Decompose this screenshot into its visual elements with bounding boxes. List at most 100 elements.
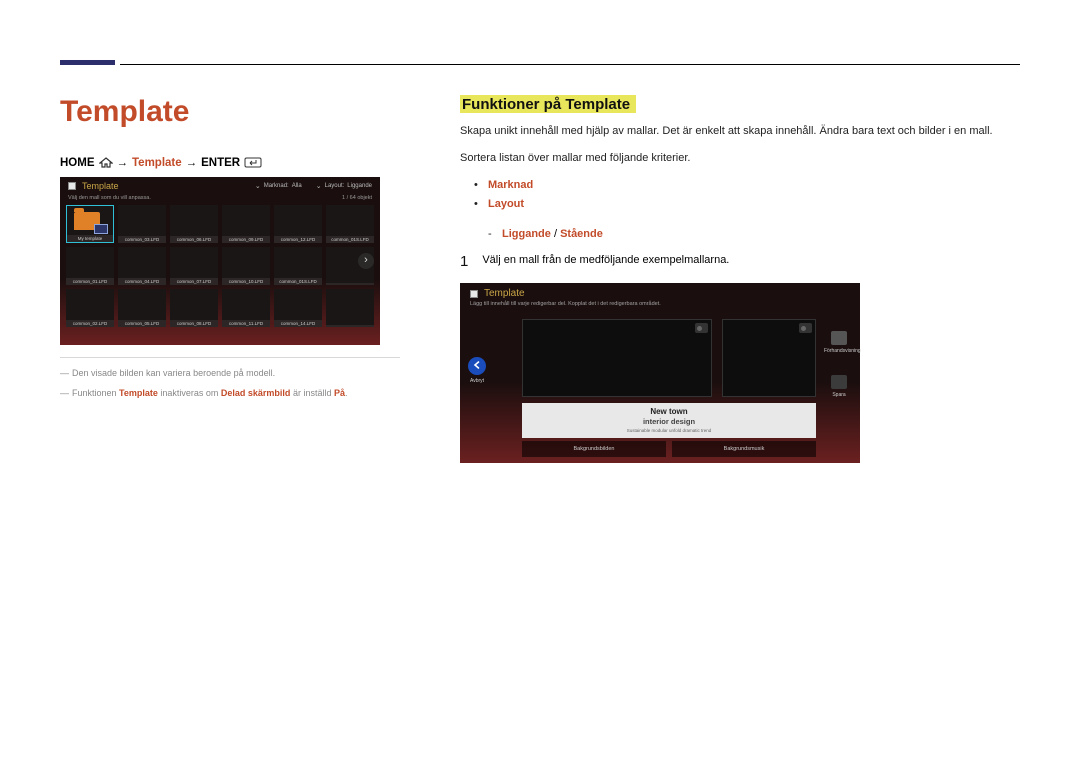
ss2-header: Template xyxy=(460,283,860,301)
dropdown-marknad[interactable]: ⌄ Marknad: Alla xyxy=(255,182,302,190)
template-text-line: New town xyxy=(522,407,816,416)
template-grid-cell[interactable]: common_06.LFD xyxy=(170,205,218,243)
cell-label: common_10.LFD xyxy=(222,278,270,285)
cell-label: common_04.LFD xyxy=(118,278,166,285)
template-grid-cell[interactable]: common_01S.LFD xyxy=(274,247,322,285)
ss1-subheader: Välj den mall som du vill anpassa. 1 / 6… xyxy=(60,195,380,203)
sub-separator: / xyxy=(551,228,560,240)
criteria-list: Marknad Layout xyxy=(460,176,1020,213)
breadcrumb: HOME → Template → ENTER xyxy=(60,157,400,169)
preview-label: Förhandsvisning xyxy=(824,348,854,354)
divider xyxy=(60,357,400,358)
breadcrumb-home: HOME xyxy=(60,157,95,169)
dropdown-value: Liggande xyxy=(347,183,372,189)
template-canvas-secondary[interactable] xyxy=(722,319,816,397)
list-item: Marknad xyxy=(460,176,1020,195)
cell-label: common_05.LFD xyxy=(118,320,166,327)
cell-label: common_01S.LFD xyxy=(326,236,374,243)
save-button[interactable]: Spara xyxy=(824,375,854,398)
image-placeholder-icon xyxy=(695,323,708,333)
sub-item-orientation: Liggande / Stående xyxy=(460,225,1020,244)
ss1-dropdowns: ⌄ Marknad: Alla ⌄ Layout: Liggande xyxy=(255,182,372,190)
breadcrumb-arrow: → xyxy=(186,157,198,169)
template-grid-screenshot: Template ⌄ Marknad: Alla ⌄ Layout: Ligga… xyxy=(60,177,380,345)
cell-label: common_14.LFD xyxy=(274,320,322,327)
sub-option: Stående xyxy=(560,228,603,240)
divider xyxy=(120,64,1020,65)
ss1-title: Template xyxy=(82,181,119,191)
ss2-subtitle: Lägg till innehåll till varje redigerbar… xyxy=(460,301,860,313)
template-grid-cell[interactable]: common_01S.LFD xyxy=(326,205,374,243)
fn-keyword: På xyxy=(334,388,345,398)
bg-image-button[interactable]: Bakgrundsbilden xyxy=(522,441,666,457)
fn-text: Funktionen xyxy=(72,388,119,398)
dropdown-layout[interactable]: ⌄ Layout: Liggande xyxy=(316,182,372,190)
dropdown-value: Alla xyxy=(292,183,302,189)
template-grid-cell[interactable]: common_03.LFD xyxy=(118,205,166,243)
template-grid-cell[interactable]: common_12.LFD xyxy=(274,205,322,243)
template-grid-cell[interactable]: My template xyxy=(66,205,114,243)
breadcrumb-template: Template xyxy=(132,157,182,169)
step-row: 1 Välj en mall från de medföljande exemp… xyxy=(460,254,1020,269)
section-heading: Funktioner på Template xyxy=(460,95,636,113)
chevron-down-icon: ⌄ xyxy=(316,182,322,190)
fn-text: inaktiveras om xyxy=(158,388,221,398)
template-grid-cell[interactable]: common_04.LFD xyxy=(118,247,166,285)
step-text: Välj en mall från de medföljande exempel… xyxy=(482,254,729,269)
step-number: 1 xyxy=(460,254,468,269)
enter-icon xyxy=(244,157,262,169)
save-label: Spara xyxy=(824,392,854,398)
left-column: Template HOME → Template → ENTER Templat… xyxy=(60,95,400,463)
cell-label xyxy=(326,283,374,285)
template-grid-cell[interactable]: common_07.LFD xyxy=(170,247,218,285)
cell-label xyxy=(326,325,374,327)
fn-text: är inställd xyxy=(290,388,334,398)
template-text-line: interior design xyxy=(522,417,816,426)
preview-button[interactable]: Förhandsvisning xyxy=(824,331,854,354)
sub-option: Liggande xyxy=(502,228,551,240)
accent-bar xyxy=(60,60,115,65)
body-paragraph: Skapa unikt innehåll med hjälp av mallar… xyxy=(460,123,1020,140)
ss1-counter: 1 / 64 objekt xyxy=(342,195,372,201)
cell-label: common_11.LFD xyxy=(222,320,270,327)
fn-keyword: Template xyxy=(119,388,158,398)
content-area: Template HOME → Template → ENTER Templat… xyxy=(60,95,1020,463)
template-grid-cell[interactable]: common_14.LFD xyxy=(274,289,322,327)
template-grid-cell[interactable]: common_09.LFD xyxy=(222,205,270,243)
chevron-down-icon: ⌄ xyxy=(255,182,261,190)
page-title: Template xyxy=(60,95,400,129)
template-grid-cell[interactable]: common_01.LFD xyxy=(66,247,114,285)
template-grid-cell[interactable]: common_02.LFD xyxy=(66,289,114,327)
list-item: Layout xyxy=(460,195,1020,214)
back-button-label: Avbryt xyxy=(468,378,486,384)
cell-label: common_08.LFD xyxy=(170,320,218,327)
bg-music-button[interactable]: Bakgrundsmusik xyxy=(672,441,816,457)
next-button[interactable]: › xyxy=(358,253,374,269)
template-text-line: Sustainable modular unfold dramatic tren… xyxy=(522,428,816,433)
cell-label: common_09.LFD xyxy=(222,236,270,243)
cell-label: common_01S.LFD xyxy=(274,278,322,285)
ss1-header: Template ⌄ Marknad: Alla ⌄ Layout: Ligga… xyxy=(60,177,380,195)
template-editor-screenshot: Template Lägg till innehåll till varje r… xyxy=(460,283,860,463)
breadcrumb-arrow: → xyxy=(117,157,129,169)
fn-text: . xyxy=(345,388,348,398)
cell-label: common_12.LFD xyxy=(274,236,322,243)
image-placeholder-icon xyxy=(799,323,812,333)
back-button[interactable]: Avbryt xyxy=(468,357,486,384)
template-grid-cell[interactable]: common_05.LFD xyxy=(118,289,166,327)
template-canvas-main[interactable] xyxy=(522,319,712,397)
ss2-title: Template xyxy=(484,288,525,299)
cell-label: common_06.LFD xyxy=(170,236,218,243)
template-grid-cell[interactable]: common_10.LFD xyxy=(222,247,270,285)
template-grid-cell[interactable] xyxy=(326,289,374,327)
list-label: Layout xyxy=(488,198,524,210)
cell-label: common_02.LFD xyxy=(66,320,114,327)
template-grid-cell[interactable]: common_11.LFD xyxy=(222,289,270,327)
template-grid-cell[interactable]: common_08.LFD xyxy=(170,289,218,327)
template-text-block[interactable]: New town interior design Sustainable mod… xyxy=(522,403,816,438)
cell-label: common_01.LFD xyxy=(66,278,114,285)
fn-keyword: Delad skärmbild xyxy=(221,388,291,398)
window-icon xyxy=(68,182,76,190)
footnote-model-note: Den visade bilden kan variera beroende p… xyxy=(60,366,400,380)
save-icon xyxy=(831,375,847,389)
